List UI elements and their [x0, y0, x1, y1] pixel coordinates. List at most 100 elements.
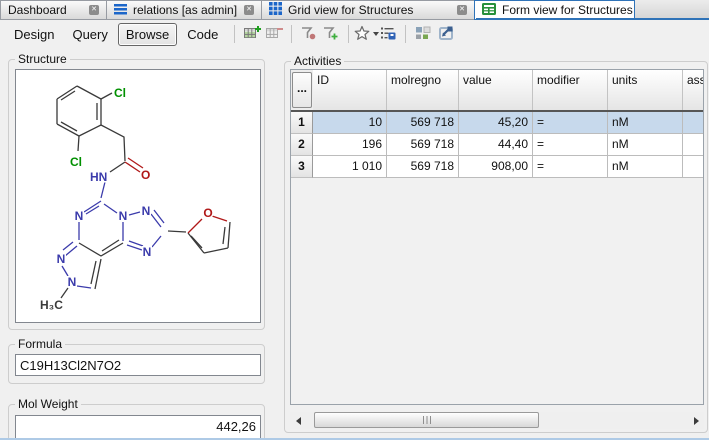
cell-modifier[interactable]: = — [533, 156, 608, 178]
cell-molregno[interactable]: 569 718 — [387, 156, 459, 178]
molweight-field[interactable]: 442,26 — [15, 415, 261, 439]
tab-form-view[interactable]: Form view for Structures ✕ — [474, 0, 635, 20]
cell-assay[interactable] — [683, 112, 703, 134]
layout-panels-icon — [415, 25, 431, 44]
star-icon — [354, 25, 370, 44]
activities-group: Activities ... ID molregno value modifie… — [284, 61, 708, 433]
tab-bar: Dashboard ✕ relations [as admin] ✕ Grid … — [0, 0, 709, 20]
atom-label-n: N — [57, 252, 66, 266]
cell-modifier[interactable]: = — [533, 134, 608, 156]
filter-add-icon — [323, 25, 339, 44]
activities-group-label: Activities — [291, 54, 344, 68]
scrollbar-track[interactable] — [306, 412, 688, 429]
atom-label-h3c: H₃C — [40, 298, 63, 312]
filter-with-dot-button[interactable] — [298, 23, 320, 45]
cell-units[interactable]: nM — [608, 112, 683, 134]
structure-group-label: Structure — [15, 52, 70, 66]
atom-label-cl: Cl — [70, 155, 82, 169]
form-icon — [482, 3, 496, 18]
delete-record-button[interactable] — [263, 23, 285, 45]
cell-id[interactable]: 10 — [313, 112, 387, 134]
tab-label: Form view for Structures — [502, 3, 633, 17]
tab-relations[interactable]: relations [as admin] ✕ — [106, 0, 262, 20]
grid-icon — [269, 2, 282, 18]
menu-icon — [114, 3, 127, 18]
cell-value[interactable]: 44,40 — [459, 134, 533, 156]
cell-value[interactable]: 45,20 — [459, 112, 533, 134]
atom-label-o: O — [141, 168, 150, 182]
toolbar-separator — [405, 25, 406, 43]
saved-lists-button[interactable] — [377, 23, 399, 45]
row-header[interactable]: 1 — [291, 112, 313, 134]
browse-button[interactable]: Browse — [118, 23, 177, 46]
scroll-left-button[interactable] — [290, 412, 306, 429]
atom-label-n: N — [142, 204, 151, 218]
scrollbar-thumb[interactable] — [314, 412, 539, 428]
cell-molregno[interactable]: 569 718 — [387, 134, 459, 156]
toolbar-separator — [291, 25, 292, 43]
molweight-group: Mol Weight 442,26 — [8, 404, 265, 440]
design-button[interactable]: Design — [6, 23, 62, 46]
fit-view-button[interactable] — [434, 23, 456, 45]
toolbar-separator — [348, 25, 349, 43]
layout-panels-button[interactable] — [412, 23, 434, 45]
structure-viewer[interactable]: Cl Cl O HN N N N N N N O H₃C — [15, 69, 261, 323]
row-header[interactable]: 2 — [291, 134, 313, 156]
table-options-button[interactable]: ... — [292, 72, 312, 108]
cell-id[interactable]: 196 — [313, 134, 387, 156]
table-row[interactable]: 1 10 569 718 45,20 = nM — [291, 112, 703, 134]
column-header-id[interactable]: ID — [313, 70, 387, 110]
table-row[interactable]: 3 1 010 569 718 908,00 = nM — [291, 156, 703, 178]
structure-group: Structure — [8, 59, 265, 330]
column-header-value[interactable]: value — [459, 70, 533, 110]
atom-label-hn: HN — [90, 170, 107, 184]
activities-table: ... ID molregno value modifier units ass… — [290, 69, 704, 405]
cell-units[interactable]: nM — [608, 156, 683, 178]
cell-modifier[interactable]: = — [533, 112, 608, 134]
formula-field[interactable]: C19H13Cl2N7O2 — [15, 354, 261, 376]
table-row[interactable]: 2 196 569 718 44,40 = nM — [291, 134, 703, 156]
row-header[interactable]: 3 — [291, 156, 313, 178]
scroll-right-icon — [694, 417, 699, 425]
add-record-icon — [244, 25, 261, 44]
tab-label: Dashboard — [8, 3, 67, 17]
cell-id[interactable]: 1 010 — [313, 156, 387, 178]
tab-dashboard[interactable]: Dashboard ✕ — [0, 0, 107, 20]
code-button[interactable]: Code — [179, 23, 226, 46]
add-record-button[interactable] — [241, 23, 263, 45]
cell-units[interactable]: nM — [608, 134, 683, 156]
tab-grid-view[interactable]: Grid view for Structures ✕ — [261, 0, 475, 20]
close-icon[interactable]: ✕ — [244, 5, 254, 15]
cell-molregno[interactable]: 569 718 — [387, 112, 459, 134]
scroll-right-button[interactable] — [688, 412, 704, 429]
corner-cell: ... — [291, 70, 313, 110]
column-header-modifier[interactable]: modifier — [533, 70, 608, 110]
molweight-group-label: Mol Weight — [15, 397, 81, 411]
cell-assay[interactable] — [683, 156, 703, 178]
column-header-units[interactable]: units — [608, 70, 683, 110]
formula-group: Formula C19H13Cl2N7O2 — [8, 344, 265, 384]
filter-add-button[interactable] — [320, 23, 342, 45]
atom-label-o: O — [203, 206, 212, 220]
close-icon[interactable]: ✕ — [457, 5, 467, 15]
toolbar-separator — [234, 25, 235, 43]
close-icon[interactable]: ✕ — [89, 5, 99, 15]
cell-value[interactable]: 908,00 — [459, 156, 533, 178]
query-button[interactable]: Query — [64, 23, 115, 46]
scrollbar-grip — [423, 416, 431, 424]
fit-view-icon — [437, 24, 454, 44]
atom-label-n: N — [143, 245, 152, 259]
delete-record-icon — [266, 25, 283, 44]
atom-label-n: N — [119, 209, 128, 223]
horizontal-scrollbar[interactable] — [290, 412, 704, 429]
column-header-assay[interactable]: assay — [683, 70, 703, 110]
filter-dot-icon — [301, 25, 317, 44]
saved-lists-icon — [380, 25, 396, 44]
favorites-button[interactable] — [355, 23, 377, 45]
column-header-molregno[interactable]: molregno — [387, 70, 459, 110]
table-header-row: ... ID molregno value modifier units ass… — [291, 70, 703, 112]
cell-assay[interactable] — [683, 134, 703, 156]
atom-label-cl: Cl — [114, 86, 126, 100]
active-tab-underline — [476, 18, 709, 20]
application-window: Dashboard ✕ relations [as admin] ✕ Grid … — [0, 0, 709, 440]
